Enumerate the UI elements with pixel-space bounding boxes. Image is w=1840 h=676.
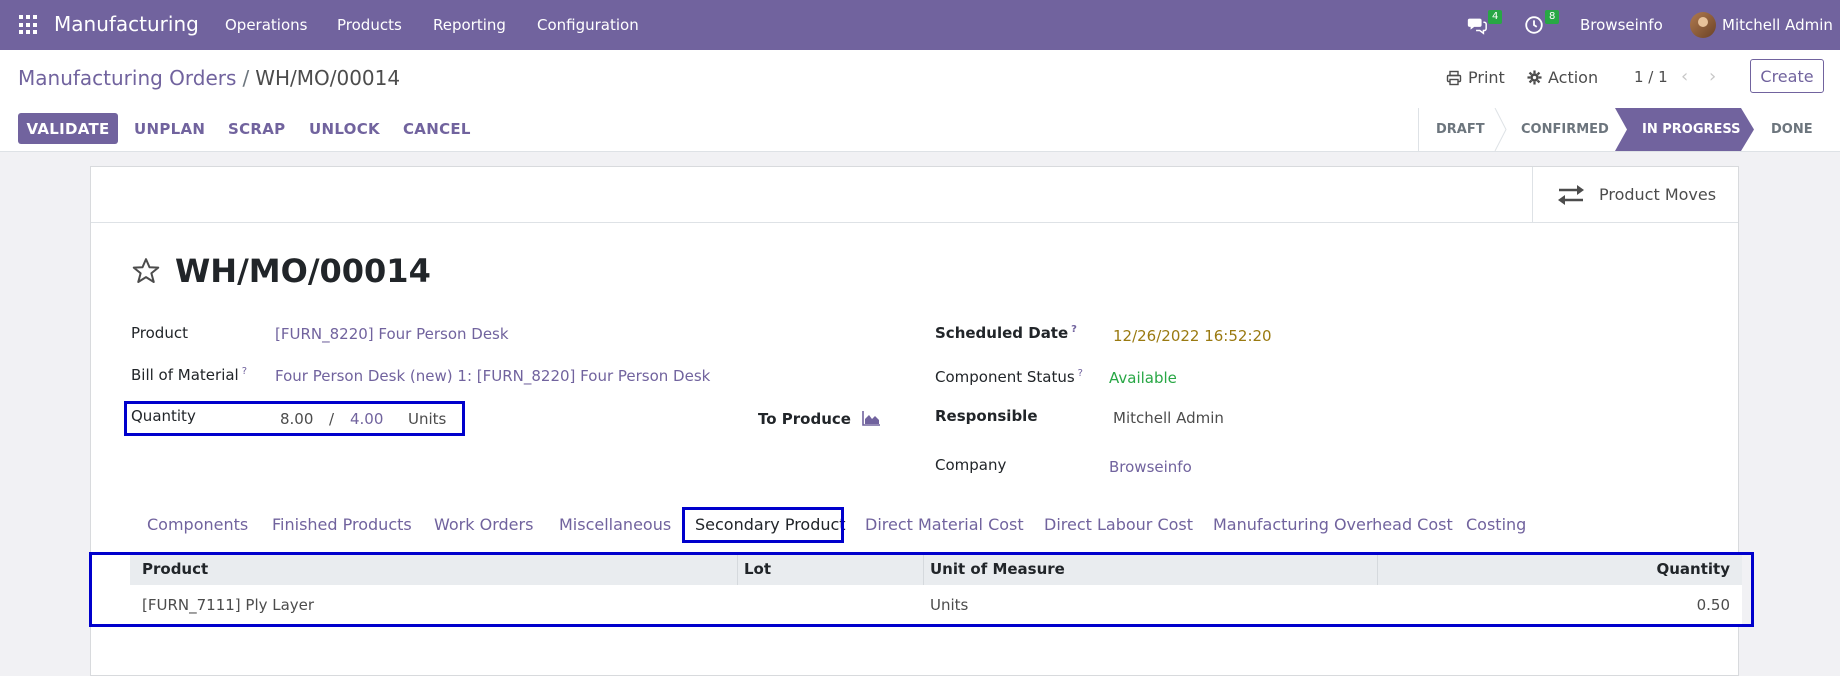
scrap-button[interactable]: SCRAP [216,113,297,144]
company-value[interactable]: Browseinfo [1109,458,1192,476]
scheduled-date-label-text: Scheduled Date [935,324,1069,342]
record-title: WH/MO/00014 [175,252,431,290]
menu-configuration[interactable]: Configuration [537,16,639,34]
tab-costing[interactable]: Costing [1466,507,1526,543]
messages-icon[interactable] [1466,14,1488,36]
active-tab-highlight-box [682,507,844,543]
breadcrumb-parent[interactable]: Manufacturing Orders [18,66,236,90]
product-moves-button[interactable]: Product Moves [1532,167,1738,222]
stage-in-progress[interactable]: IN PROGRESS [1615,108,1741,151]
activities-clock-icon[interactable] [1523,14,1545,36]
area-chart-icon[interactable] [862,411,880,426]
pager-next-icon[interactable]: › [1709,66,1716,87]
breadcrumb-current: WH/MO/00014 [255,66,401,90]
stage-confirmed[interactable]: CONFIRMED [1521,108,1609,151]
exchange-arrows-icon [1558,184,1584,205]
control-panel: Manufacturing Orders / WH/MO/00014 Print A… [0,50,1840,109]
menu-products[interactable]: Products [337,16,402,34]
messages-badge: 4 [1488,10,1503,24]
unlock-button[interactable]: UNLOCK [297,113,392,144]
product-label: Product [131,324,188,342]
component-status-value: Available [1109,369,1177,387]
to-produce-label: To Produce [758,410,851,428]
record-title-row: WH/MO/00014 [131,252,431,290]
stage-done[interactable]: DONE [1771,108,1813,151]
gear-icon [1527,70,1542,85]
form-sheet: Product Moves WH/MO/00014 Product [FURN_… [90,166,1739,676]
tab-miscellaneous[interactable]: Miscellaneous [559,507,671,543]
stage-separator-chevron [1494,108,1507,151]
help-tooltip-icon[interactable]: ? [1071,324,1077,335]
app-grid-icon[interactable] [19,15,39,35]
printer-icon [1446,70,1462,85]
help-tooltip-icon[interactable]: ? [242,366,247,377]
bom-label-text: Bill of Material [131,366,239,384]
action-label: Action [1548,68,1599,87]
print-button[interactable]: Print [1446,68,1505,87]
scheduled-date-value[interactable]: 12/26/2022 16:52:20 [1113,327,1272,345]
menu-operations[interactable]: Operations [225,16,307,34]
bom-label: Bill of Material? [131,366,247,384]
menu-reporting[interactable]: Reporting [433,16,506,34]
help-tooltip-icon[interactable]: ? [1078,368,1083,379]
breadcrumb: Manufacturing Orders / WH/MO/00014 [18,66,400,90]
component-status-label: Component Status? [935,368,1083,386]
cancel-button[interactable]: CANCEL [391,113,483,144]
smart-button-box: Product Moves [91,167,1738,223]
tab-finished-products[interactable]: Finished Products [272,507,412,543]
company-label: Company [935,456,1007,474]
top-navbar: Manufacturing Operations Products Report… [0,0,1840,50]
tab-direct-material-cost[interactable]: Direct Material Cost [865,507,1024,543]
responsible-label: Responsible [935,407,1038,425]
responsible-value[interactable]: Mitchell Admin [1113,409,1224,427]
pager-previous-icon[interactable]: ‹ [1681,66,1688,87]
product-value[interactable]: [FURN_8220] Four Person Desk [275,325,509,343]
stage-active-notch [1615,108,1627,151]
scheduled-date-label: Scheduled Date? [935,324,1077,342]
stage-active-arrow [1741,108,1754,151]
activities-badge: 8 [1545,10,1560,24]
user-avatar[interactable] [1690,12,1716,38]
app-name[interactable]: Manufacturing [54,12,199,36]
stage-draft[interactable]: DRAFT [1436,108,1485,151]
create-button[interactable]: Create [1750,59,1824,93]
tab-manufacturing-overhead-cost[interactable]: Manufacturing Overhead Cost [1213,507,1453,543]
bom-value[interactable]: Four Person Desk (new) 1: [FURN_8220] Fo… [275,367,710,385]
validate-button[interactable]: VALIDATE [18,113,118,144]
favorite-star-icon[interactable] [131,256,161,286]
company-switcher[interactable]: Browseinfo [1580,16,1663,34]
tab-direct-labour-cost[interactable]: Direct Labour Cost [1044,507,1193,543]
quantity-highlight-box [124,401,465,436]
product-moves-label: Product Moves [1599,185,1717,204]
tab-components[interactable]: Components [147,507,248,543]
component-status-label-text: Component Status [935,368,1075,386]
pager-value[interactable]: 1 / 1 [1634,68,1668,86]
statusbar-divider [1418,108,1419,151]
statusbar: VALIDATE UNPLAN SCRAP UNLOCK CANCEL DRAF… [0,108,1840,152]
action-button[interactable]: Action [1527,68,1598,87]
tab-work-orders[interactable]: Work Orders [434,507,533,543]
user-menu[interactable]: Mitchell Admin [1722,16,1833,34]
unplan-button[interactable]: UNPLAN [122,113,217,144]
breadcrumb-separator: / [242,66,250,90]
print-label: Print [1468,68,1505,87]
